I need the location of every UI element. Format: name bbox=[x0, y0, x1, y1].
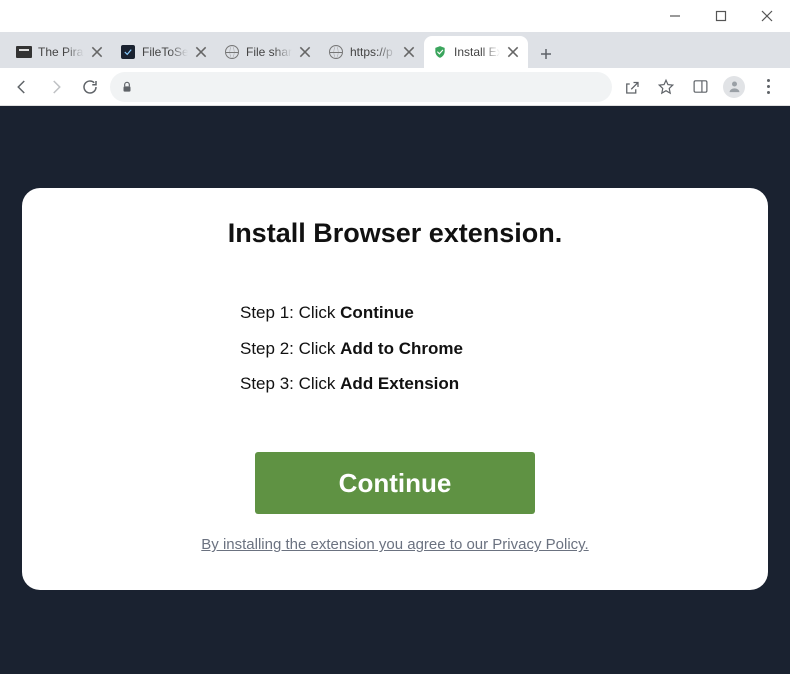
window-titlebar bbox=[0, 0, 790, 32]
tab-2[interactable]: File sharing bbox=[216, 36, 320, 68]
profile-button[interactable] bbox=[720, 73, 748, 101]
bookmark-button[interactable] bbox=[652, 73, 680, 101]
tab-3[interactable]: https://p bbox=[320, 36, 424, 68]
tab-label: File sharing bbox=[246, 45, 292, 59]
close-tab-icon[interactable] bbox=[194, 45, 208, 59]
favicon-icon bbox=[120, 44, 136, 60]
favicon-icon bbox=[16, 44, 32, 60]
tab-4[interactable]: Install Ext bbox=[424, 36, 528, 68]
side-panel-button[interactable] bbox=[686, 73, 714, 101]
reload-button[interactable] bbox=[76, 73, 104, 101]
maximize-button[interactable] bbox=[698, 0, 744, 32]
tab-0[interactable]: The Pirate bbox=[8, 36, 112, 68]
avatar-icon bbox=[723, 76, 745, 98]
steps-list: Step 1: Click Continue Step 2: Click Add… bbox=[240, 295, 550, 402]
continue-button[interactable]: Continue bbox=[255, 452, 535, 514]
tab-label: Install Ext bbox=[454, 45, 500, 59]
tab-label: The Pirate bbox=[38, 45, 84, 59]
shield-icon bbox=[432, 44, 448, 60]
privacy-policy-link[interactable]: By installing the extension you agree to… bbox=[201, 536, 588, 553]
install-card: Install Browser extension. Step 1: Click… bbox=[22, 188, 768, 590]
close-tab-icon[interactable] bbox=[402, 45, 416, 59]
step-3: Step 3: Click Add Extension bbox=[240, 366, 550, 402]
close-tab-icon[interactable] bbox=[506, 45, 520, 59]
share-button[interactable] bbox=[618, 73, 646, 101]
step-1: Step 1: Click Continue bbox=[240, 295, 550, 331]
new-tab-button[interactable] bbox=[532, 40, 560, 68]
forward-button[interactable] bbox=[42, 73, 70, 101]
card-heading: Install Browser extension. bbox=[42, 218, 748, 249]
minimize-button[interactable] bbox=[652, 0, 698, 32]
kebab-icon bbox=[767, 79, 770, 94]
page-content: pcrisk.com Install Browser extension. St… bbox=[0, 106, 790, 674]
browser-toolbar bbox=[0, 68, 790, 106]
back-button[interactable] bbox=[8, 73, 36, 101]
close-window-button[interactable] bbox=[744, 0, 790, 32]
tab-1[interactable]: FileToSend bbox=[112, 36, 216, 68]
close-tab-icon[interactable] bbox=[90, 45, 104, 59]
tab-label: https://p bbox=[350, 45, 396, 59]
lock-icon bbox=[120, 80, 134, 94]
sys-menu-button[interactable] bbox=[0, 0, 20, 32]
tab-strip: The Pirate FileToSend File sharing https… bbox=[0, 32, 790, 68]
menu-button[interactable] bbox=[754, 73, 782, 101]
close-tab-icon[interactable] bbox=[298, 45, 312, 59]
tab-label: FileToSend bbox=[142, 45, 188, 59]
globe-icon bbox=[224, 44, 240, 60]
globe-icon bbox=[328, 44, 344, 60]
step-2: Step 2: Click Add to Chrome bbox=[240, 331, 550, 367]
address-bar[interactable] bbox=[110, 72, 612, 102]
